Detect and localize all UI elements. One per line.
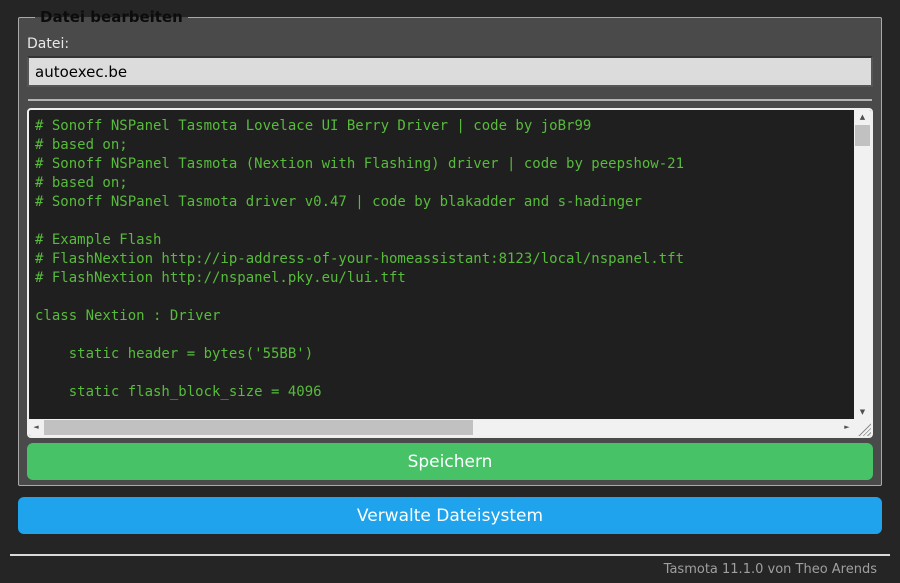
scrollbar-corner — [854, 419, 871, 436]
edit-file-panel: Datei bearbeiten Datei: # Sonoff NSPanel… — [18, 8, 882, 486]
vertical-scrollbar-thumb[interactable] — [855, 125, 870, 146]
footer: Tasmota 11.1.0 von Theo Arends — [10, 554, 890, 577]
code-content[interactable]: # Sonoff NSPanel Tasmota Lovelace UI Ber… — [29, 110, 871, 402]
code-editor[interactable]: # Sonoff NSPanel Tasmota Lovelace UI Ber… — [27, 108, 873, 438]
resize-grip-icon[interactable] — [856, 421, 871, 436]
filename-label: Datei: — [27, 36, 70, 52]
version-text: Tasmota 11.1.0 von Theo Arends — [663, 562, 877, 577]
manage-filesystem-wrap: Verwalte Dateisystem — [18, 497, 882, 534]
scroll-up-icon[interactable]: ▲ — [854, 110, 871, 124]
manage-filesystem-button[interactable]: Verwalte Dateisystem — [18, 497, 882, 534]
panel-title: Datei bearbeiten — [40, 8, 183, 26]
page: Datei bearbeiten Datei: # Sonoff NSPanel… — [0, 0, 900, 583]
vertical-scrollbar[interactable]: ▲ ▼ — [854, 110, 871, 419]
horizontal-scrollbar-thumb[interactable] — [44, 420, 473, 435]
horizontal-scrollbar[interactable]: ◄ ► — [29, 419, 854, 436]
form-divider — [28, 99, 872, 101]
scroll-left-icon[interactable]: ◄ — [29, 420, 43, 435]
scroll-right-icon[interactable]: ► — [840, 420, 854, 435]
scroll-down-icon[interactable]: ▼ — [854, 405, 871, 419]
filename-input[interactable] — [27, 56, 873, 87]
save-button[interactable]: Speichern — [27, 443, 873, 480]
